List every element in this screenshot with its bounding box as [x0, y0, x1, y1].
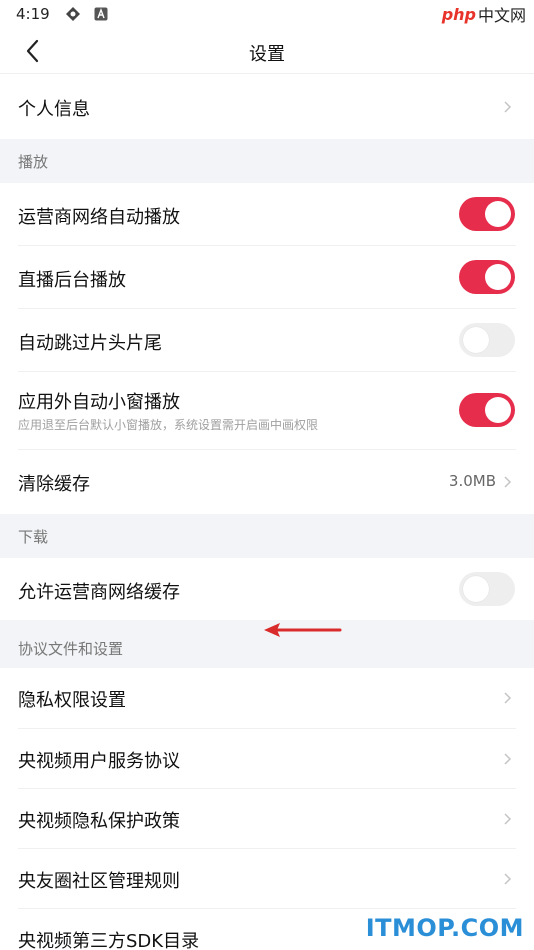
toggle-pip[interactable]	[459, 393, 515, 427]
row-privacy-policy-label: 央视频隐私保护政策	[18, 811, 180, 832]
row-privacy-policy[interactable]: 央视频隐私保护政策	[0, 789, 534, 849]
watermark-php-cn: 中文网	[477, 6, 526, 25]
watermark-itmop: ITMOP.COM	[365, 914, 524, 942]
cache-size-value: 3.0MB	[448, 472, 496, 490]
page-title: 设置	[249, 44, 285, 65]
row-pip-label: 应用外自动小窗播放	[18, 392, 180, 413]
watermark-php-brand: php	[441, 4, 476, 24]
chevron-right-icon	[504, 101, 512, 113]
notification-a-icon	[92, 5, 110, 23]
chevron-right-icon	[504, 753, 512, 765]
toggle-knob	[463, 576, 489, 602]
row-privacy-permissions[interactable]: 隐私权限设置	[0, 668, 534, 729]
row-skip-intro: 自动跳过片头片尾	[0, 309, 534, 372]
toggle-live-background[interactable]	[459, 260, 515, 294]
annotation-arrow-icon	[264, 623, 342, 637]
nav-bar: 设置	[0, 28, 534, 74]
section-playback: 播放	[0, 139, 534, 183]
row-carrier-autoplay: 运营商网络自动播放	[0, 183, 534, 246]
toggle-knob	[485, 264, 511, 290]
chevron-right-icon	[504, 476, 512, 488]
row-allow-carrier-cache: 允许运营商网络缓存	[0, 558, 534, 620]
row-allow-carrier-cache-label: 允许运营商网络缓存	[18, 582, 180, 603]
toggle-knob	[463, 327, 489, 353]
section-download: 下载	[0, 514, 534, 558]
section-playback-label: 播放	[18, 153, 49, 171]
row-community-rules-label: 央友圈社区管理规则	[18, 871, 180, 892]
row-user-agreement[interactable]: 央视频用户服务协议	[0, 729, 534, 789]
row-live-background-label: 直播后台播放	[18, 270, 126, 291]
toggle-allow-carrier-cache[interactable]	[459, 572, 515, 606]
row-user-agreement-label: 央视频用户服务协议	[18, 751, 180, 772]
row-sdk-list-label: 央视频第三方SDK目录	[18, 931, 200, 950]
chevron-right-icon	[504, 813, 512, 825]
toggle-knob	[485, 201, 511, 227]
row-profile[interactable]: 个人信息	[0, 75, 534, 139]
app-badge-icon	[64, 5, 82, 23]
chevron-right-icon	[504, 873, 512, 885]
row-pip-subtitle: 应用退至后台默认小窗播放，系统设置需开启画中画权限	[18, 418, 319, 432]
row-community-rules[interactable]: 央友圈社区管理规则	[0, 849, 534, 909]
chevron-right-icon	[504, 692, 512, 704]
watermark-php: php 中文网	[442, 2, 526, 26]
row-profile-label: 个人信息	[18, 99, 90, 120]
toggle-knob	[485, 397, 511, 423]
row-carrier-autoplay-label: 运营商网络自动播放	[18, 207, 180, 228]
status-time: 4:19	[16, 5, 50, 23]
row-clear-cache[interactable]: 清除缓存 3.0MB	[0, 450, 534, 514]
section-agreements-label: 协议文件和设置	[18, 640, 124, 658]
toggle-skip-intro[interactable]	[459, 323, 515, 357]
toggle-carrier-autoplay[interactable]	[459, 197, 515, 231]
row-live-background: 直播后台播放	[0, 246, 534, 309]
row-clear-cache-label: 清除缓存	[18, 474, 90, 495]
row-skip-intro-label: 自动跳过片头片尾	[18, 333, 162, 354]
section-download-label: 下载	[18, 528, 49, 546]
row-pip: 应用外自动小窗播放 应用退至后台默认小窗播放，系统设置需开启画中画权限	[0, 372, 534, 450]
row-privacy-permissions-label: 隐私权限设置	[18, 690, 126, 711]
